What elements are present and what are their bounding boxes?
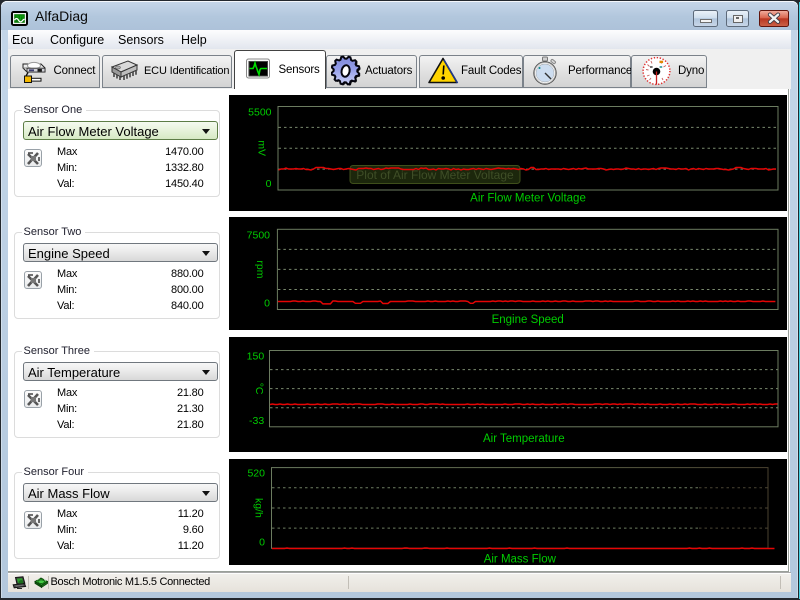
svg-text:150: 150: [247, 351, 265, 363]
svg-text:Air Flow Meter Voltage: Air Flow Meter Voltage: [470, 193, 586, 205]
svg-text:-33: -33: [249, 415, 264, 427]
svg-text:Engine Speed: Engine Speed: [492, 314, 564, 326]
svg-text:5500: 5500: [248, 107, 272, 119]
svg-text:0: 0: [266, 178, 272, 190]
svg-text:520: 520: [247, 468, 265, 480]
svg-text:kg/h: kg/h: [252, 498, 264, 518]
svg-text:°C: °C: [253, 383, 265, 395]
svg-text:0: 0: [259, 536, 265, 548]
svg-text:Air Temperature: Air Temperature: [483, 433, 565, 445]
svg-text:rpm: rpm: [254, 260, 266, 278]
svg-text:0: 0: [264, 298, 270, 310]
svg-text:Air Mass Flow: Air Mass Flow: [484, 554, 557, 566]
svg-text:mV: mV: [256, 140, 268, 156]
svg-text:7500: 7500: [247, 229, 271, 241]
